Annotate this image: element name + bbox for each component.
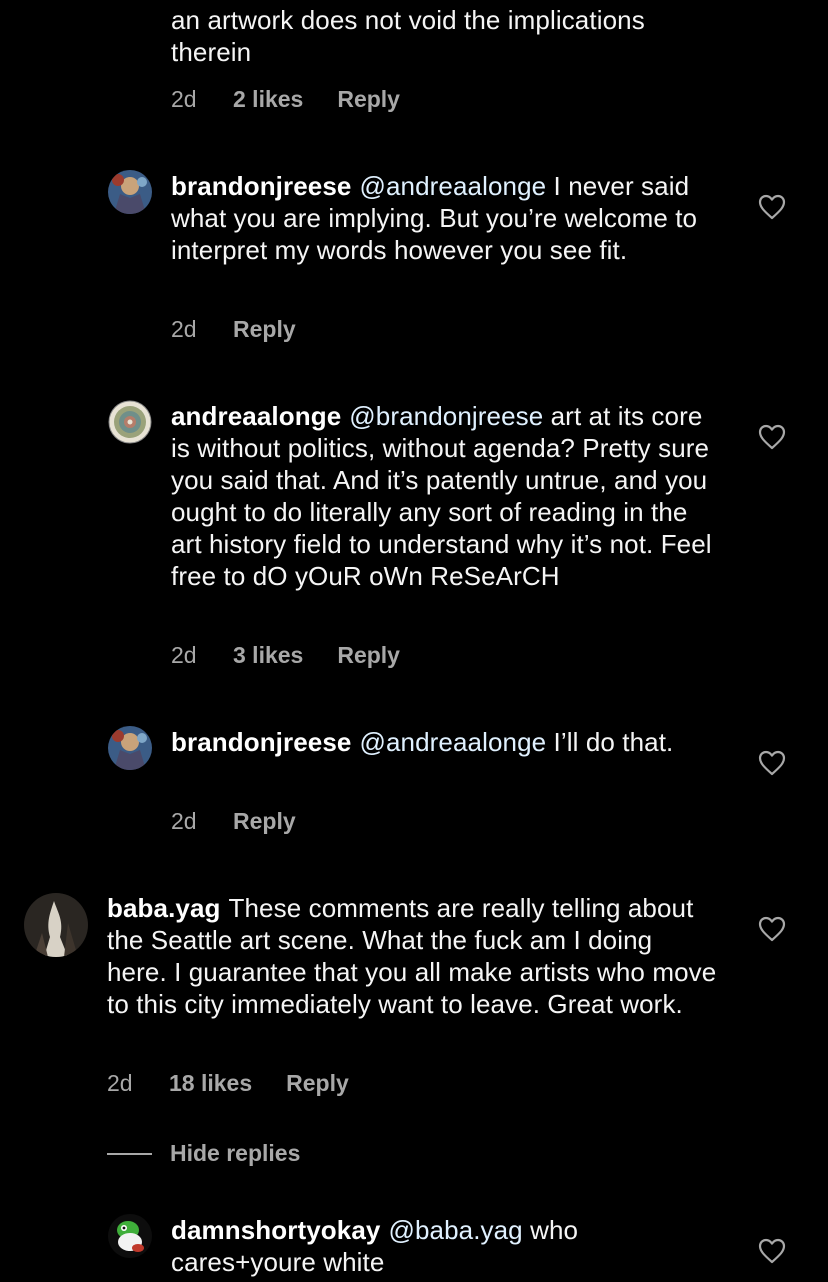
comment-mention[interactable]: @baba.yag	[388, 1215, 522, 1245]
avatar-image	[108, 400, 152, 444]
comment-mention[interactable]: @brandonjreese	[349, 401, 543, 431]
reply-button[interactable]: Reply	[233, 316, 296, 343]
heart-outline-icon[interactable]	[758, 916, 786, 942]
comment-meta: 2d Reply	[171, 316, 296, 343]
reply-button[interactable]: Reply	[286, 1070, 349, 1097]
hide-replies-divider	[107, 1152, 152, 1155]
comment-text: brandonjreese @andreaalonge I never said …	[171, 170, 719, 266]
comment-username[interactable]: brandonjreese	[171, 171, 351, 201]
comment-time: 2d	[171, 86, 197, 112]
heart-outline-icon[interactable]	[758, 1238, 786, 1264]
comment-text: brandonjreese @andreaalonge I’ll do that.	[171, 726, 719, 758]
avatar-image	[108, 726, 152, 770]
avatar[interactable]	[108, 726, 152, 770]
heart-outline-icon[interactable]	[758, 750, 786, 776]
comment-username[interactable]: baba.yag	[107, 893, 221, 923]
comment-time: 2d	[171, 808, 197, 834]
avatar[interactable]	[24, 893, 88, 957]
comment-time: 2d	[171, 642, 197, 668]
comment-meta: 2d 2 likes Reply	[171, 86, 400, 113]
comment-meta: 2d Reply	[171, 808, 296, 835]
comment-text: baba.yag These comments are really tellin…	[107, 892, 719, 1020]
avatar-image	[24, 893, 88, 957]
hide-replies-label: Hide replies	[170, 1140, 301, 1166]
comment-likes[interactable]: 2 likes	[233, 86, 303, 113]
heart-outline-icon[interactable]	[758, 424, 786, 450]
comment-text: an artwork does not void the implication…	[171, 4, 719, 68]
avatar[interactable]	[108, 400, 152, 444]
comment-time: 2d	[107, 1070, 133, 1096]
comment-text-line: therein	[171, 37, 252, 67]
comment-mention[interactable]: @andreaalonge	[359, 727, 546, 757]
comment-text-line: an artwork does not void the implication…	[171, 5, 645, 35]
reply-button[interactable]: Reply	[233, 808, 296, 835]
comment-username[interactable]: andreaalonge	[171, 401, 341, 431]
comment-body: I’ll do that.	[546, 727, 674, 757]
heart-outline-icon[interactable]	[758, 194, 786, 220]
comment-text: andreaalonge @brandonjreese art at its co…	[171, 400, 719, 592]
avatar-image	[108, 170, 152, 214]
comment-mention[interactable]: @andreaalonge	[359, 171, 546, 201]
avatar[interactable]	[108, 170, 152, 214]
comment-time: 2d	[171, 316, 197, 342]
avatar-image	[108, 1214, 152, 1258]
comment-likes[interactable]: 3 likes	[233, 642, 303, 669]
reply-button[interactable]: Reply	[337, 642, 400, 669]
comment-username[interactable]: damnshortyokay	[171, 1215, 380, 1245]
comment-username[interactable]: brandonjreese	[171, 727, 351, 757]
comment-likes[interactable]: 18 likes	[169, 1070, 252, 1097]
comment-text: damnshortyokay @baba.yag who cares+youre …	[171, 1214, 719, 1278]
comment-meta: 2d 3 likes Reply	[171, 642, 400, 669]
hide-replies-button[interactable]: Hide replies	[107, 1140, 300, 1167]
reply-button[interactable]: Reply	[337, 86, 400, 113]
comment-meta: 2d 18 likes Reply	[107, 1070, 349, 1097]
avatar[interactable]	[108, 1214, 152, 1258]
